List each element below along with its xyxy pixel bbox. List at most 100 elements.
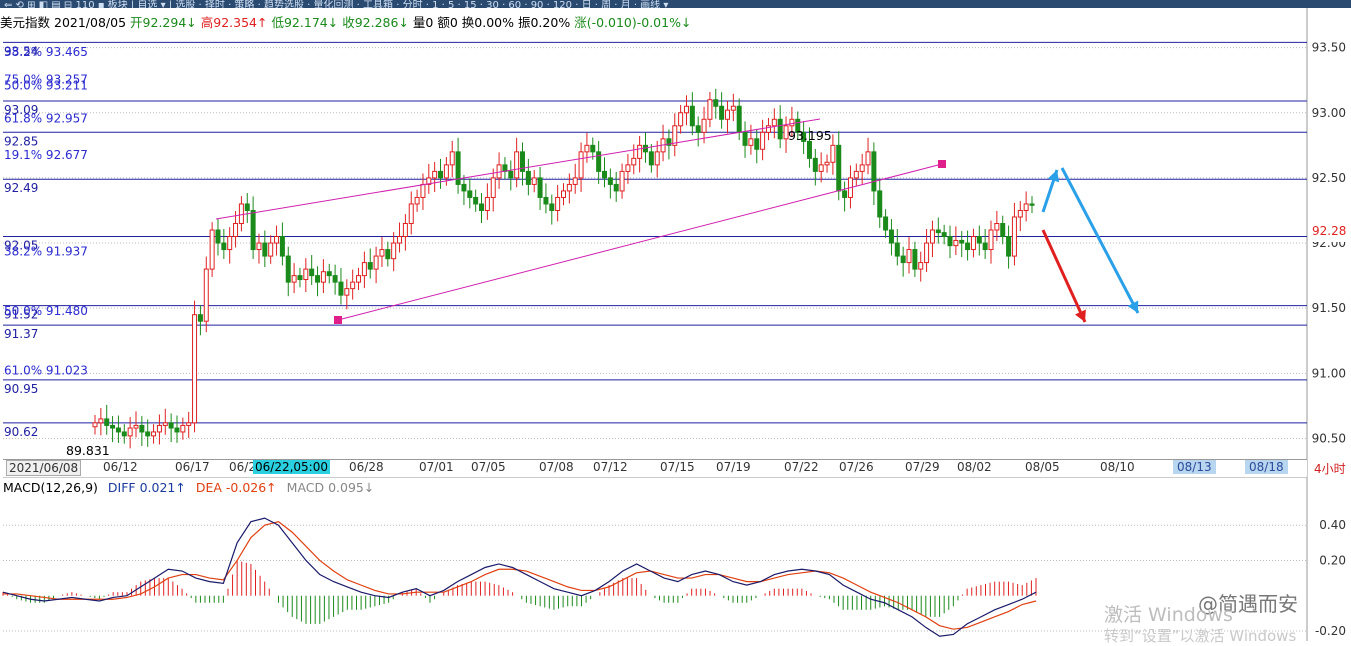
candle-body <box>590 144 596 153</box>
candle-body <box>443 164 449 179</box>
candle-body <box>572 177 578 185</box>
candle-body <box>279 236 285 257</box>
candle-body <box>555 196 561 211</box>
candle-body <box>484 196 490 211</box>
activation-watermark: 激活 Windows <box>1104 604 1233 626</box>
candle-body <box>127 427 133 437</box>
candle-body <box>397 236 403 244</box>
candle-body <box>227 236 233 251</box>
candle-body <box>637 144 643 159</box>
candle-body <box>110 424 116 429</box>
candle-body <box>373 255 379 270</box>
candle-body <box>566 183 572 192</box>
time-tick-label: 06/12 <box>103 460 138 474</box>
time-tick-label: 07/22 <box>784 460 819 474</box>
candle-body <box>473 196 479 205</box>
candle-body <box>935 229 941 234</box>
candle-body <box>818 164 824 172</box>
time-tick-label: 06/22,05:00 <box>253 460 330 474</box>
time-tick-label: 2021/06/08 <box>6 460 82 476</box>
level-label: 91.37 <box>4 327 38 341</box>
candle-body <box>1017 209 1023 218</box>
candle-body <box>695 125 701 133</box>
candle-body <box>918 262 924 270</box>
price-tick-label: 93.50 <box>1312 41 1346 55</box>
candle-body <box>186 422 192 426</box>
candle-body <box>479 203 485 211</box>
candle-body <box>449 151 455 166</box>
candle-body <box>391 242 397 260</box>
candle-body <box>906 249 912 264</box>
candle-body <box>561 190 566 198</box>
candle-body <box>92 422 98 428</box>
candle-body <box>777 118 783 140</box>
candle-body <box>596 151 602 172</box>
candle-body <box>162 422 168 426</box>
candle-body <box>947 236 953 247</box>
channel-anchor-marker <box>334 316 342 324</box>
fib-label: 50.0% 93.211 <box>4 78 88 92</box>
candle-body <box>438 170 444 179</box>
time-axis: 2021/06/08 06/12 06/17 06/2 06/22,05:00 06/28… <box>3 459 1307 477</box>
red-down-arrow <box>1041 229 1087 323</box>
candle-body <box>250 209 256 251</box>
candle-body <box>1023 203 1029 211</box>
candle-body <box>613 183 619 192</box>
fib-label: 50.0% 91.480 <box>4 304 88 318</box>
macd-diff: DIFF 0.021↑ <box>107 480 186 495</box>
candle-body <box>402 223 408 238</box>
candle-body <box>104 418 110 426</box>
candle-body <box>98 418 104 424</box>
candle-body <box>707 99 713 120</box>
candle-body <box>514 151 520 179</box>
candle-body <box>209 229 215 270</box>
candle-body <box>244 203 250 211</box>
candle-body <box>970 236 976 251</box>
candle-body <box>754 138 760 150</box>
candle-body <box>139 424 145 433</box>
period-label[interactable]: 4小时 <box>1314 460 1346 477</box>
candle-body <box>830 144 836 163</box>
candle-body <box>760 131 766 150</box>
candle-body <box>765 125 771 133</box>
candle-body <box>894 242 900 257</box>
macd-value: MACD 0.095↓ <box>286 480 375 495</box>
candle-body <box>115 427 121 433</box>
candle-body <box>619 170 625 192</box>
candle-body <box>1006 236 1012 257</box>
candle-body <box>215 229 221 244</box>
time-tick-label: 07/08 <box>539 460 574 474</box>
price-tick-label: 91.00 <box>1312 366 1346 380</box>
time-tick-label: 07/05 <box>471 460 506 474</box>
candle-body <box>379 249 385 257</box>
candle-body <box>730 105 736 111</box>
candle-body <box>988 229 994 251</box>
candle-body <box>859 164 865 172</box>
time-tick-label: 06/28 <box>349 460 384 474</box>
candle-body <box>309 268 315 277</box>
fib-label: 38.2% 93.465 <box>4 45 88 59</box>
candle-body <box>736 105 742 133</box>
candle-body <box>701 118 707 133</box>
candle-body <box>531 177 537 185</box>
candle-body <box>256 242 262 251</box>
low-annotation: 89.831 <box>66 443 110 458</box>
fib-label: 38.2% 91.937 <box>4 244 88 258</box>
candle-body <box>742 131 748 146</box>
candle-body <box>537 177 543 198</box>
candle-body <box>865 151 871 166</box>
candle-body <box>121 431 127 437</box>
candle-body <box>578 151 584 179</box>
candle-body <box>1011 216 1017 257</box>
candle-body <box>654 151 660 166</box>
level-label: 90.95 <box>4 382 38 396</box>
candle-body <box>748 138 754 146</box>
candle-body <box>689 105 695 127</box>
candle-body <box>1000 223 1006 238</box>
candle-body <box>326 271 332 277</box>
price-chart[interactable]: 93.5093.0092.5092.0091.5091.0090.5093.54… <box>0 0 1351 641</box>
candle-body <box>361 262 367 277</box>
candle-body <box>238 203 244 225</box>
candle-body <box>145 431 151 437</box>
time-tick-label: 07/01 <box>419 460 454 474</box>
